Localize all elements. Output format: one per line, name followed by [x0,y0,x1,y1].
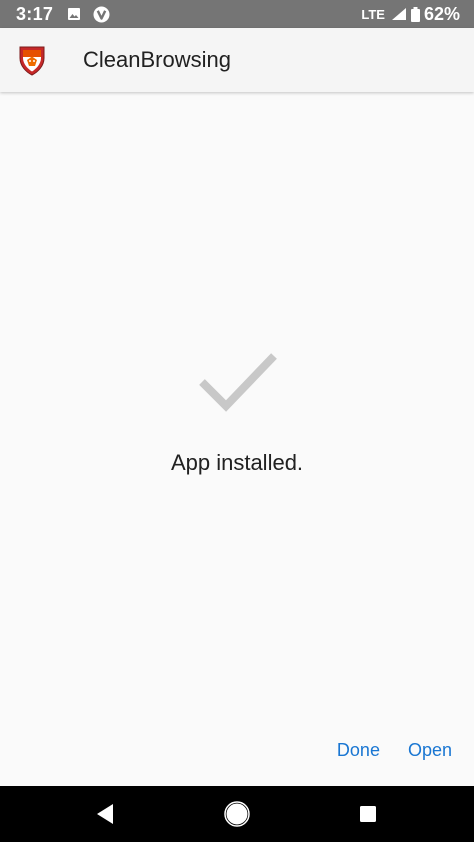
network-type: LTE [361,6,385,22]
status-left: 3:17 [16,4,110,25]
home-circle-icon [224,801,250,827]
checkmark-icon [199,353,277,412]
vpn-v-icon [93,6,110,22]
navigation-bar [0,786,474,842]
done-button[interactable]: Done [337,736,380,765]
signal-icon [391,8,406,20]
battery-level: 62% [423,3,460,24]
home-button[interactable] [223,800,251,828]
open-button[interactable]: Open [408,736,452,765]
status-time: 3:17 [16,3,54,24]
app-bar: CleanBrowsing [0,28,474,92]
install-status-message: App installed. [170,450,304,475]
install-complete-screen: 3:17 LTE 62% CleanBrowsing App installed… [0,0,474,842]
battery-icon [410,6,420,22]
image-icon [68,8,81,20]
shield-logo-icon [19,46,45,76]
status-right: LTE 62% [361,4,460,25]
back-button[interactable] [91,800,119,828]
recents-square-icon [360,806,376,822]
action-buttons: Done Open [337,736,452,765]
status-bar: 3:17 LTE 62% [0,0,474,28]
recents-button[interactable] [354,800,382,828]
back-triangle-icon [97,804,113,824]
app-title: CleanBrowsing [83,47,231,72]
